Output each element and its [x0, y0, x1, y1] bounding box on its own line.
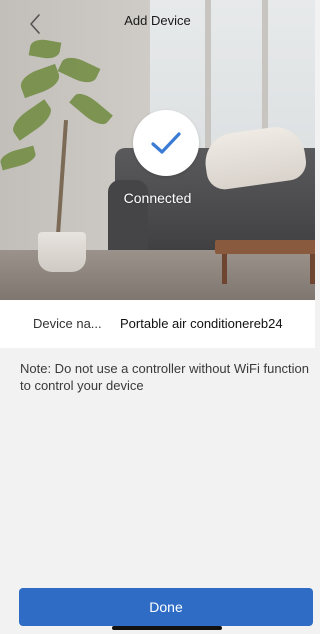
checkmark-icon: [151, 132, 181, 154]
device-name-label: Device na...: [33, 316, 102, 331]
device-name-row[interactable]: Device na... Portable air conditionereb2…: [0, 300, 315, 348]
success-badge: [133, 110, 199, 176]
add-device-screen: Add Device Connected Device na... Portab…: [0, 0, 315, 634]
device-name-value[interactable]: Portable air conditionereb24: [120, 316, 283, 331]
connection-status-text: Connected: [123, 190, 192, 206]
page-title: Add Device: [124, 13, 191, 28]
done-button[interactable]: Done: [19, 588, 313, 626]
note-text: Note: Do not use a controller without Wi…: [20, 361, 310, 393]
home-indicator: [112, 626, 222, 630]
nav-bar: Add Device: [0, 0, 315, 44]
